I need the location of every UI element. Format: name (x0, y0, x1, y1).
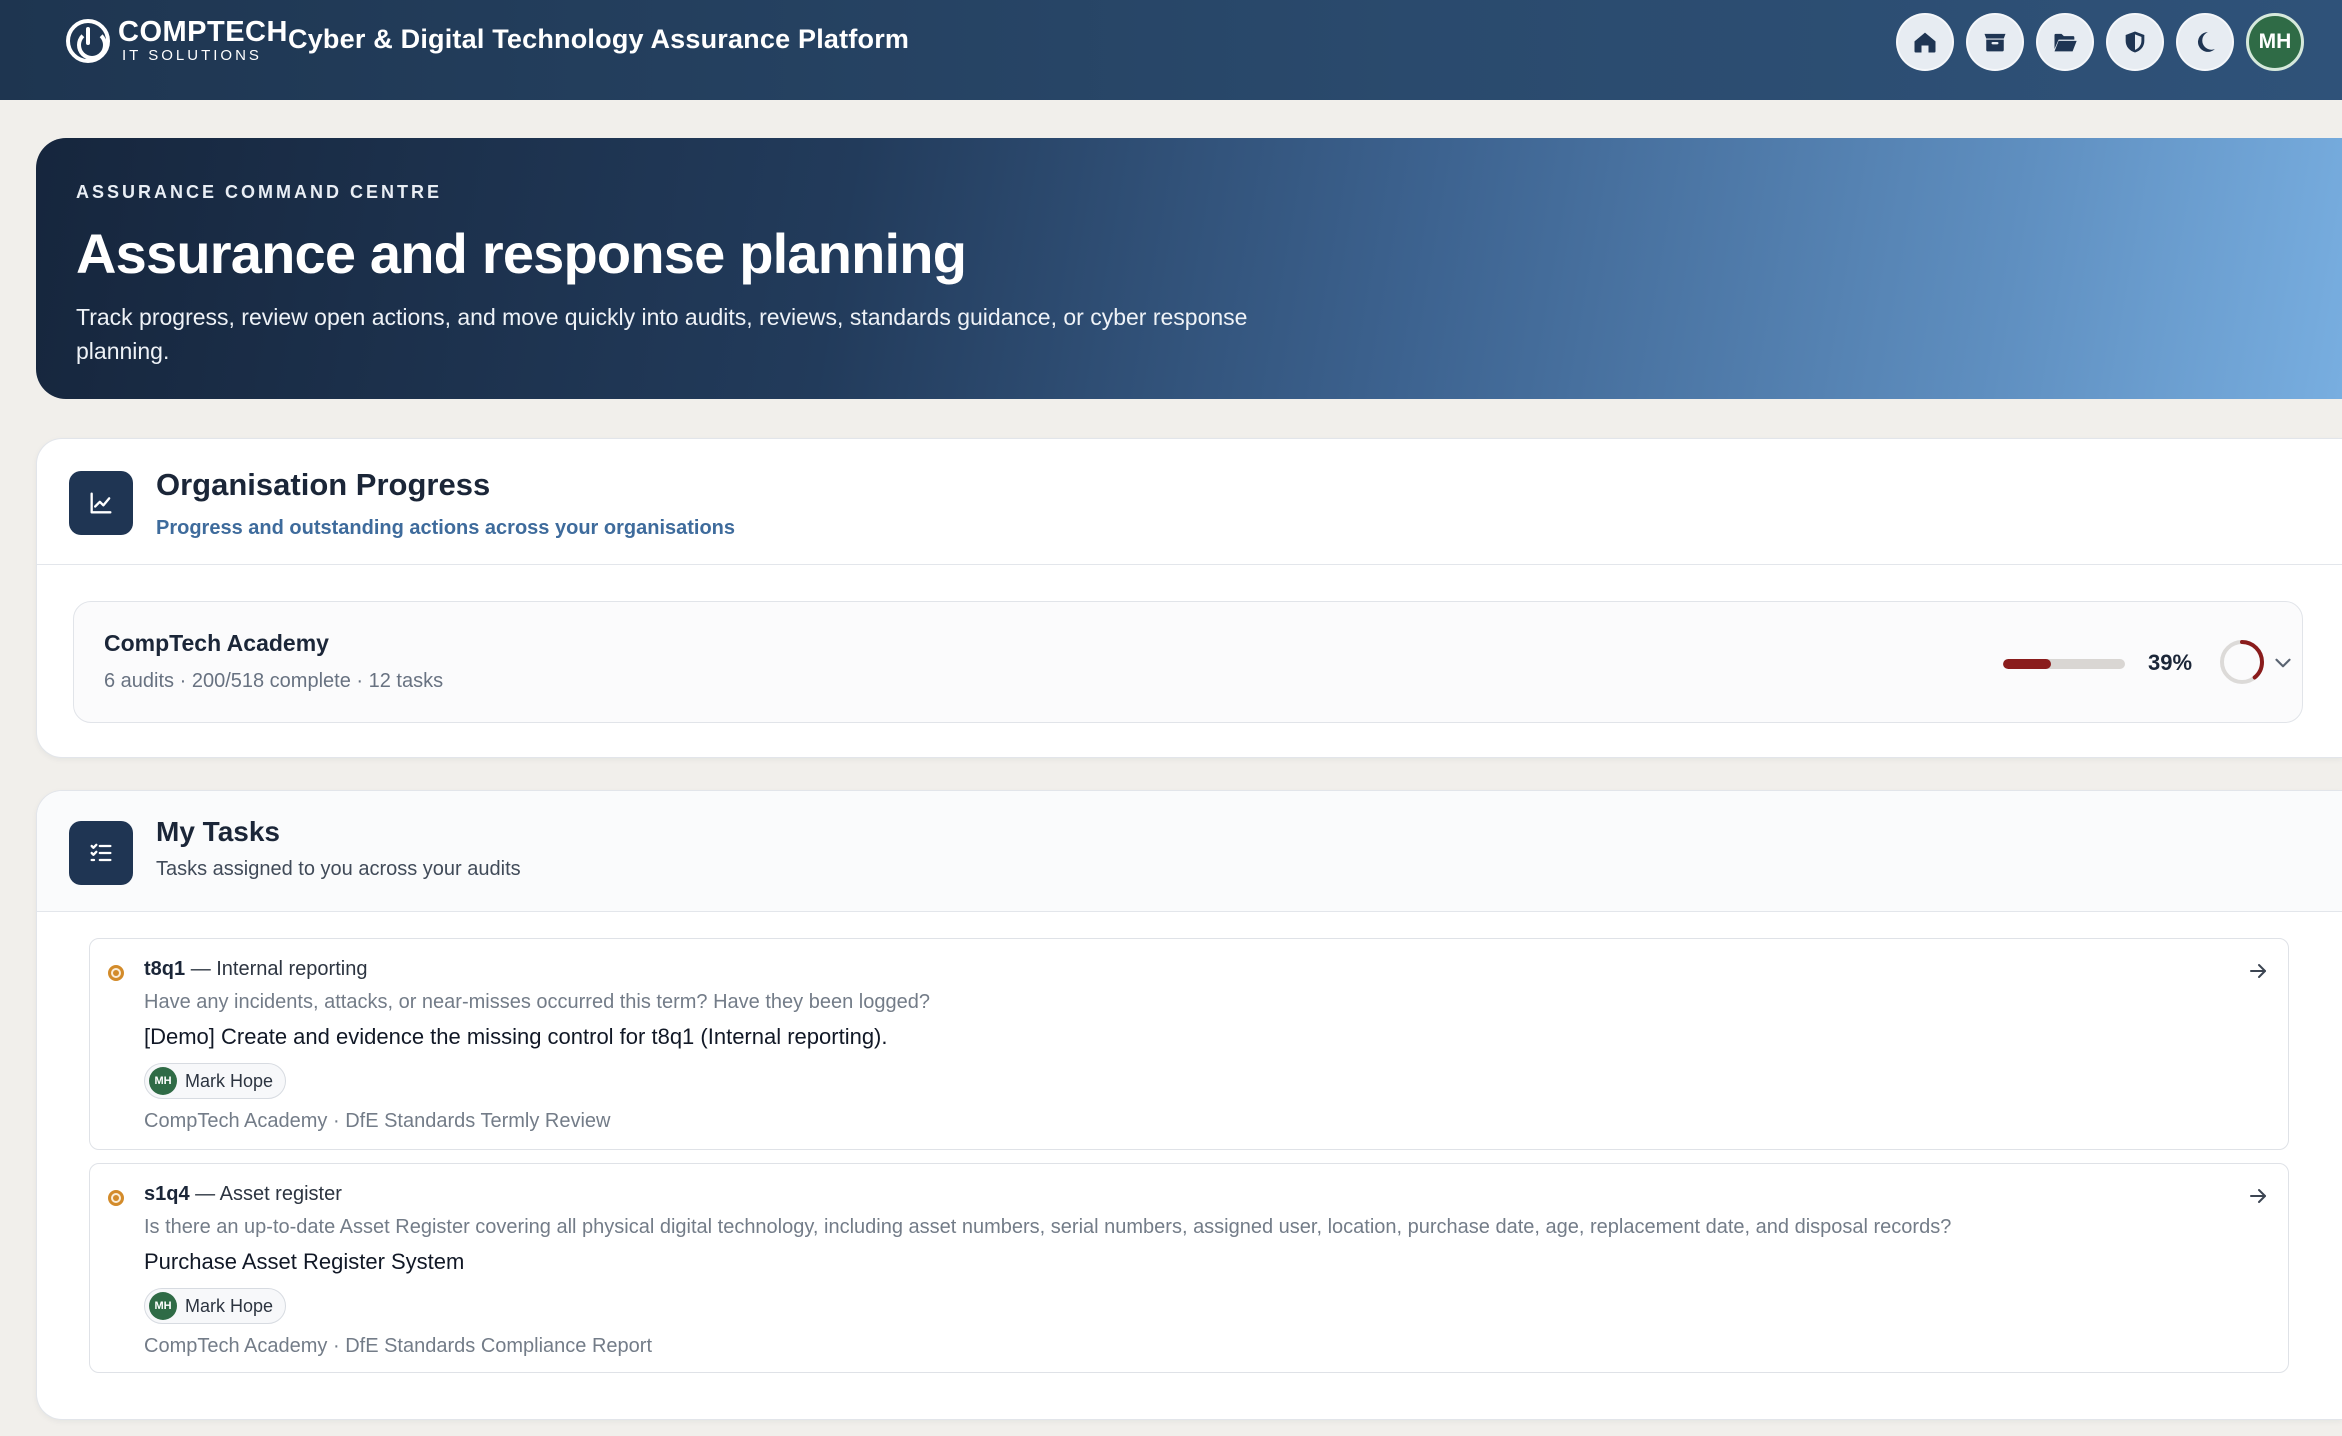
dark-mode-toggle[interactable] (2176, 13, 2234, 71)
task-heading: t8q1 — Internal reporting (144, 958, 367, 981)
shield-button[interactable] (2106, 13, 2164, 71)
task-item[interactable]: t8q1 — Internal reporting Have any incid… (89, 938, 2289, 1150)
task-source: CompTech Academy · DfE Standards Termly … (144, 1110, 611, 1132)
moon-icon (2197, 32, 2215, 52)
top-nav: MH (1896, 13, 2304, 71)
task-question: Have any incidents, attacks, or near-mis… (144, 991, 930, 1013)
top-bar: COMPTECH IT SOLUTIONS Cyber & Digital Te… (0, 0, 2342, 100)
task-code: s1q4 (144, 1183, 190, 1205)
task-action: Purchase Asset Register System (144, 1249, 465, 1274)
status-dot-icon (108, 965, 124, 981)
task-action: [Demo] Create and evidence the missing c… (144, 1024, 888, 1049)
box-button[interactable] (1966, 13, 2024, 71)
progress-ring (2220, 640, 2264, 684)
arrow-right-icon[interactable] (2246, 959, 2270, 983)
comptech-logo[interactable]: COMPTECH IT SOLUTIONS (66, 18, 288, 63)
power-logo-icon (66, 18, 110, 63)
card-subtitle: Tasks assigned to you across your audits (156, 858, 521, 880)
avatar: MH (149, 1292, 177, 1320)
card-header: My Tasks Tasks assigned to you across yo… (37, 791, 2342, 912)
arrow-right-icon[interactable] (2246, 1184, 2270, 1208)
folder-button[interactable] (2036, 13, 2094, 71)
progress-bar-fill (2003, 659, 2051, 669)
home-icon (1914, 32, 1936, 53)
task-question: Is there an up-to-date Asset Register co… (144, 1216, 1952, 1238)
org-name: CompTech Academy (104, 630, 329, 656)
chevron-down-icon[interactable] (2270, 650, 2296, 676)
task-category: — Internal reporting (190, 958, 368, 980)
status-dot-icon (108, 1190, 124, 1206)
task-code: t8q1 (144, 958, 186, 980)
task-source: CompTech Academy · DfE Standards Complia… (144, 1335, 653, 1357)
box-icon (1984, 33, 2006, 52)
logo-tagline: IT SOLUTIONS (122, 47, 262, 64)
progress-percent: 39% (2148, 650, 2193, 675)
task-category: — Asset register (195, 1183, 342, 1205)
my-tasks-card: My Tasks Tasks assigned to you across yo… (36, 790, 2342, 1420)
card-subtitle: Progress and outstanding actions across … (156, 517, 736, 539)
shield-icon (2125, 31, 2145, 53)
card-title: My Tasks (156, 816, 280, 847)
chart-line-icon (69, 471, 133, 535)
task-list-icon (69, 821, 133, 885)
card-title: Organisation Progress (156, 467, 491, 502)
org-progress-row[interactable]: CompTech Academy 6 audits · 200/518 comp… (73, 601, 2303, 723)
assignee-name: Mark Hope (185, 1070, 274, 1091)
hero-description: Track progress, review open actions, and… (76, 304, 1248, 364)
hero-eyebrow: ASSURANCE COMMAND CENTRE (76, 182, 443, 202)
assignee-name: Mark Hope (185, 1295, 274, 1316)
org-meta: 6 audits · 200/518 complete · 12 tasks (104, 670, 444, 692)
page-title: Assurance and response planning (76, 222, 967, 285)
assignee-chip: MH Mark Hope (144, 1288, 287, 1324)
organisation-progress-card: Organisation Progress Progress and outst… (36, 438, 2342, 758)
task-heading: s1q4 — Asset register (144, 1183, 342, 1206)
hero-banner: ASSURANCE COMMAND CENTRE Assurance and r… (36, 138, 2342, 399)
assignee-chip: MH Mark Hope (144, 1063, 287, 1099)
avatar: MH (149, 1067, 177, 1095)
card-header: Organisation Progress Progress and outst… (37, 439, 2342, 565)
app-title: Cyber & Digital Technology Assurance Pla… (288, 24, 910, 54)
logo-name: COMPTECH (118, 16, 288, 48)
home-button[interactable] (1896, 13, 1954, 71)
user-avatar-button[interactable]: MH (2246, 13, 2304, 71)
task-item[interactable]: s1q4 — Asset register Is there an up-to-… (89, 1163, 2289, 1373)
folder-icon (2054, 33, 2077, 52)
progress-bar (2003, 659, 2125, 669)
